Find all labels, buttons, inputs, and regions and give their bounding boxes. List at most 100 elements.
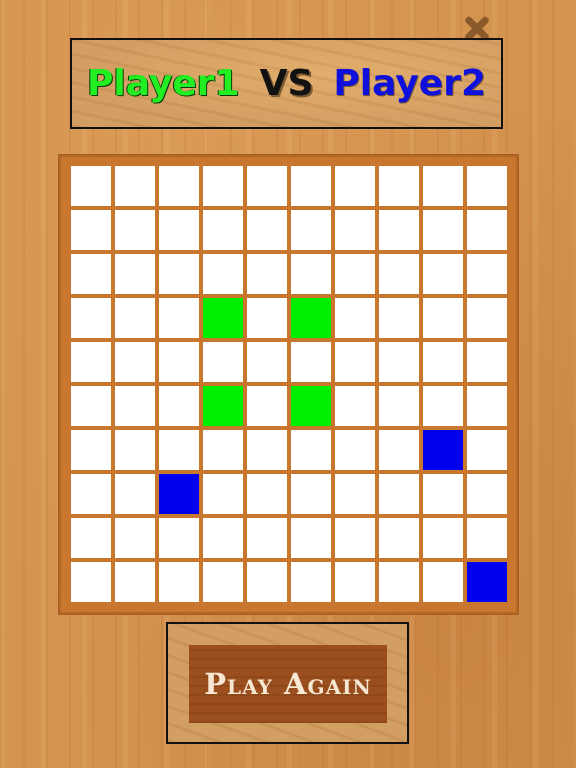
board-cell[interactable] (71, 430, 111, 470)
board-cell[interactable] (335, 342, 375, 382)
board-cell[interactable] (71, 518, 111, 558)
board-cell[interactable] (379, 166, 419, 206)
board-cell[interactable] (379, 254, 419, 294)
board-cell[interactable] (203, 166, 243, 206)
board-cell-player1[interactable] (291, 386, 331, 426)
board-cell[interactable] (115, 474, 155, 514)
board-cell[interactable] (247, 210, 287, 250)
board-cell[interactable] (203, 474, 243, 514)
board-cell[interactable] (291, 210, 331, 250)
board-cell-player2[interactable] (159, 474, 199, 514)
board-cell[interactable] (423, 562, 463, 602)
board-cell[interactable] (159, 430, 199, 470)
board-cell[interactable] (335, 210, 375, 250)
board-cell[interactable] (335, 298, 375, 338)
board-cell-player1[interactable] (291, 298, 331, 338)
board-cell[interactable] (115, 518, 155, 558)
board-cell[interactable] (159, 298, 199, 338)
board-cell-player2[interactable] (467, 562, 507, 602)
board-cell[interactable] (71, 342, 111, 382)
board-cell[interactable] (467, 386, 507, 426)
board-cell-player1[interactable] (203, 386, 243, 426)
board-cell[interactable] (379, 430, 419, 470)
board-cell[interactable] (115, 166, 155, 206)
board-cell[interactable] (291, 474, 331, 514)
board-cell[interactable] (291, 166, 331, 206)
board-cell[interactable] (291, 562, 331, 602)
board-cell[interactable] (423, 298, 463, 338)
board-cell[interactable] (335, 430, 375, 470)
board-cell[interactable] (71, 210, 111, 250)
board-cell[interactable] (335, 474, 375, 514)
board-cell[interactable] (71, 298, 111, 338)
board-cell[interactable] (115, 254, 155, 294)
board-cell[interactable] (159, 254, 199, 294)
board-cell[interactable] (71, 166, 111, 206)
board-cell[interactable] (247, 254, 287, 294)
board-cell[interactable] (247, 166, 287, 206)
board-cell[interactable] (379, 298, 419, 338)
board-cell[interactable] (335, 166, 375, 206)
board-cell[interactable] (115, 562, 155, 602)
board-cell[interactable] (159, 166, 199, 206)
board-cell[interactable] (379, 474, 419, 514)
board-cell[interactable] (115, 298, 155, 338)
board-cell[interactable] (159, 210, 199, 250)
board-cell[interactable] (467, 430, 507, 470)
board-cell[interactable] (71, 386, 111, 426)
board-cell[interactable] (467, 518, 507, 558)
board-cell[interactable] (467, 254, 507, 294)
board-cell[interactable] (467, 210, 507, 250)
board-cell[interactable] (159, 562, 199, 602)
board-cell[interactable] (115, 386, 155, 426)
board-cell[interactable] (115, 342, 155, 382)
board-cell[interactable] (423, 166, 463, 206)
board-cell[interactable] (247, 518, 287, 558)
board-cell[interactable] (423, 474, 463, 514)
board-cell[interactable] (291, 342, 331, 382)
board-cell[interactable] (203, 254, 243, 294)
board-cell[interactable] (291, 518, 331, 558)
board-cell[interactable] (247, 562, 287, 602)
board-cell[interactable] (467, 166, 507, 206)
board-cell[interactable] (379, 562, 419, 602)
play-again-button[interactable]: Play Again (189, 645, 387, 723)
board-cell[interactable] (379, 210, 419, 250)
board-cell[interactable] (379, 518, 419, 558)
board-cell[interactable] (467, 342, 507, 382)
board-cell[interactable] (247, 430, 287, 470)
board-cell[interactable] (379, 386, 419, 426)
board-cell[interactable] (159, 342, 199, 382)
board-cell[interactable] (423, 254, 463, 294)
board-cell[interactable] (379, 342, 419, 382)
board-cell[interactable] (335, 386, 375, 426)
board-cell[interactable] (71, 254, 111, 294)
board-cell[interactable] (115, 210, 155, 250)
board-cell[interactable] (203, 562, 243, 602)
board-cell[interactable] (71, 562, 111, 602)
board-cell[interactable] (467, 298, 507, 338)
board-cell[interactable] (291, 254, 331, 294)
board-cell[interactable] (335, 254, 375, 294)
board-cell[interactable] (247, 386, 287, 426)
board-cell[interactable] (467, 474, 507, 514)
board-cell[interactable] (203, 342, 243, 382)
board-cell[interactable] (423, 210, 463, 250)
board-cell[interactable] (71, 474, 111, 514)
board-cell[interactable] (203, 518, 243, 558)
board-cell[interactable] (335, 562, 375, 602)
board-cell[interactable] (203, 430, 243, 470)
board-cell[interactable] (335, 518, 375, 558)
board-cell[interactable] (159, 386, 199, 426)
board-cell[interactable] (423, 518, 463, 558)
board-cell[interactable] (247, 474, 287, 514)
board-cell[interactable] (247, 342, 287, 382)
board-cell[interactable] (423, 342, 463, 382)
board-cell[interactable] (159, 518, 199, 558)
board-cell[interactable] (203, 210, 243, 250)
board-cell[interactable] (291, 430, 331, 470)
board-cell-player2[interactable] (423, 430, 463, 470)
board-cell[interactable] (423, 386, 463, 426)
board-cell[interactable] (115, 430, 155, 470)
board-cell-player1[interactable] (203, 298, 243, 338)
